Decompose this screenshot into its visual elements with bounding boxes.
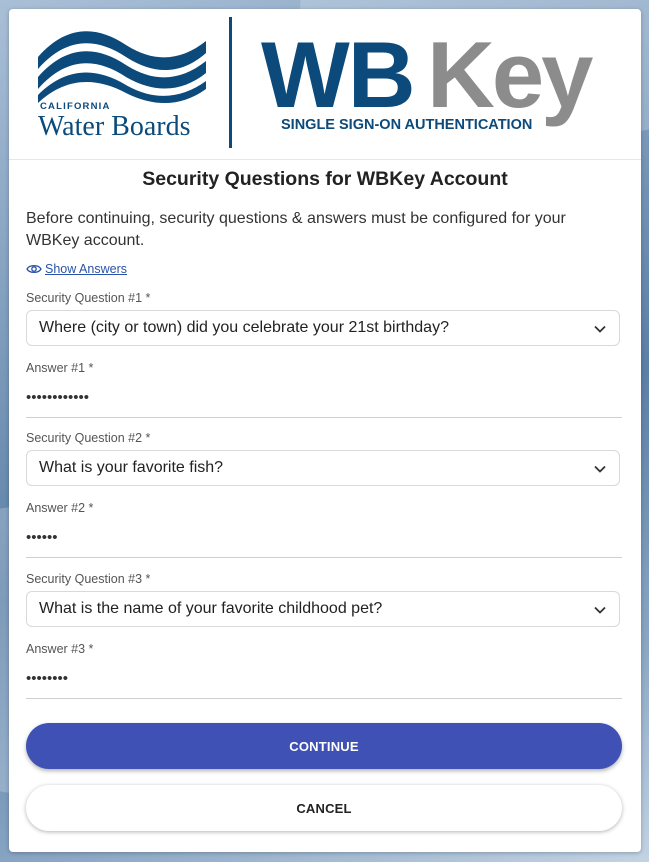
question-1-selected: Where (city or town) did you celebrate y… xyxy=(39,319,449,336)
question-3-selected: What is the name of your favorite childh… xyxy=(39,600,383,617)
show-answers-link[interactable]: Show Answers xyxy=(26,262,127,276)
intro-text: Before continuing, security questions & … xyxy=(26,210,566,249)
eye-icon xyxy=(26,264,42,274)
chevron-down-icon xyxy=(594,465,606,473)
wbkey-key-text: Key xyxy=(427,31,593,127)
header-logos: CALIFORNIA Water Boards WB Key SINGLE SI… xyxy=(9,9,641,160)
answer-2-input[interactable]: •••••• xyxy=(26,527,622,558)
wbkey-wb-text: WB xyxy=(261,31,414,127)
wb-logo-name: Water Boards xyxy=(38,111,190,137)
question-3-select[interactable]: What is the name of your favorite childh… xyxy=(26,591,620,627)
wbkey-tagline: SINGLE SIGN-ON AUTHENTICATION xyxy=(281,117,532,133)
answer-1-input[interactable]: •••••••••••• xyxy=(26,387,622,418)
answer-3-value: •••••••• xyxy=(26,670,69,687)
question-1-label: Security Question #1 * xyxy=(26,291,151,305)
answer-1-label: Answer #1 * xyxy=(26,361,94,375)
continue-button[interactable]: CONTINUE xyxy=(26,723,622,769)
question-2-label: Security Question #2 * xyxy=(26,431,151,445)
answer-2-value: •••••• xyxy=(26,529,58,546)
chevron-down-icon xyxy=(594,606,606,614)
chevron-down-icon xyxy=(594,325,606,333)
answer-1-value: •••••••••••• xyxy=(26,389,90,406)
water-boards-logo: CALIFORNIA Water Boards xyxy=(38,31,206,137)
security-questions-card: CALIFORNIA Water Boards WB Key SINGLE SI… xyxy=(9,9,641,852)
answer-3-label: Answer #3 * xyxy=(26,642,94,656)
question-1-select[interactable]: Where (city or town) did you celebrate y… xyxy=(26,310,620,346)
answer-2-label: Answer #2 * xyxy=(26,501,94,515)
answer-3-input[interactable]: •••••••• xyxy=(26,668,622,699)
question-3-label: Security Question #3 * xyxy=(26,572,151,586)
question-2-selected: What is your favorite fish? xyxy=(39,459,224,476)
wbkey-logo: WB Key SINGLE SIGN-ON AUTHENTICATION xyxy=(261,31,596,133)
page-title: Security Questions for WBKey Account xyxy=(142,168,508,190)
show-answers-label: Show Answers xyxy=(45,262,127,276)
logo-divider xyxy=(229,17,232,148)
question-2-select[interactable]: What is your favorite fish? xyxy=(26,450,620,486)
cancel-button[interactable]: CANCEL xyxy=(26,785,622,831)
